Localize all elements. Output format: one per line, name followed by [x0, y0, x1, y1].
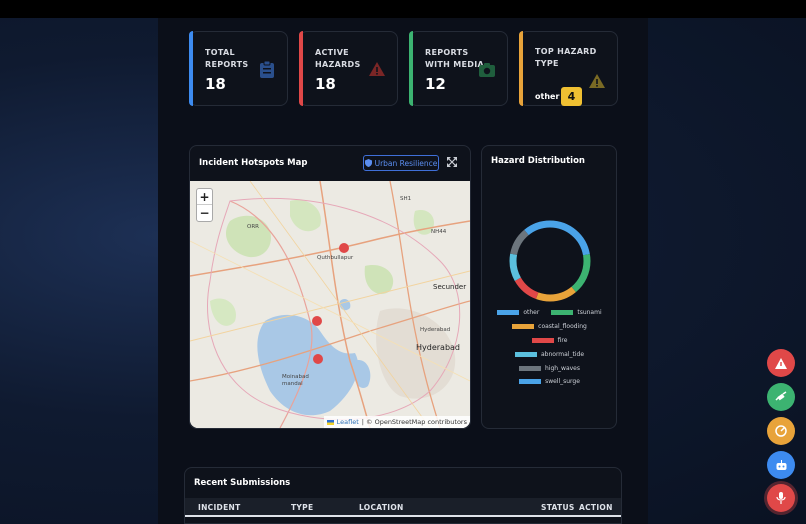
column-header-location[interactable]: LOCATION — [359, 503, 404, 512]
speedometer-icon — [775, 425, 787, 437]
top-hazard-name: other — [535, 92, 560, 101]
incident-map[interactable]: ORR SH1 NH44 Quthbullapur Secunder Hyder… — [190, 181, 470, 428]
legend-swatch[interactable] — [531, 337, 554, 343]
map-title: Incident Hotspots Map — [199, 158, 308, 168]
legend-row: swell_surge — [482, 377, 617, 385]
card-accent — [299, 31, 303, 106]
urban-resilience-button[interactable]: Urban Resilience — [363, 155, 439, 171]
microphone-icon — [776, 492, 786, 504]
osm-attribution: | © OpenStreetMap contributors — [361, 418, 467, 426]
legend-label-coastal_flooding[interactable]: coastal_flooding — [538, 323, 587, 330]
chatbot-fab[interactable] — [767, 451, 795, 479]
flag-icon — [326, 419, 334, 425]
zoom-control: + − — [196, 188, 213, 222]
satellite-icon — [775, 391, 787, 401]
legend-label-other[interactable]: other — [523, 309, 539, 316]
warning-icon — [775, 357, 787, 369]
stat-card-total-reports: TOTAL REPORTS 18 — [189, 31, 288, 106]
legend-label-swell_surge[interactable]: swell_surge — [545, 378, 580, 385]
column-header-incident[interactable]: INCIDENT — [198, 503, 241, 512]
hazard-distribution-title: Hazard Distribution — [491, 156, 585, 166]
column-header-status[interactable]: STATUS — [541, 503, 575, 512]
legend-swatch[interactable] — [497, 309, 520, 315]
stat-label: TOP HAZARD TYPE — [535, 47, 597, 68]
map-attribution: Leaflet | © OpenStreetMap contributors — [323, 416, 470, 428]
legend-swatch[interactable] — [514, 351, 537, 357]
urban-resilience-label: Urban Resilience — [374, 158, 438, 168]
column-header-type[interactable]: TYPE — [291, 503, 313, 512]
voice-report-fab[interactable] — [767, 484, 795, 512]
stat-card-active-hazards: ACTIVE HAZARDS 18 — [299, 31, 398, 106]
warning-icon — [589, 74, 605, 88]
hazard-donut-chart — [509, 220, 591, 302]
legend-label-fire[interactable]: fire — [558, 337, 568, 344]
hotspot-markers — [312, 243, 349, 364]
legend-row: high_waves — [482, 364, 617, 372]
incident-hotspots-panel: Incident Hotspots Map Urban Resilience O… — [189, 145, 471, 429]
shield-icon — [364, 159, 372, 167]
hotspot-marker[interactable] — [313, 354, 323, 364]
robot-icon — [776, 459, 786, 470]
legend-swatch[interactable] — [518, 365, 541, 371]
stat-label: REPORTS WITH MEDIA — [425, 48, 484, 69]
legend-swatch[interactable] — [551, 309, 574, 315]
stat-value: 12 — [425, 75, 446, 93]
warning-icon — [369, 62, 385, 76]
card-accent — [409, 31, 413, 106]
hazard-distribution-panel: Hazard Distribution other tsunami coastal_… — [481, 145, 617, 429]
legend-label-tsunami[interactable]: tsunami — [577, 309, 601, 316]
stat-label: ACTIVE HAZARDS — [315, 48, 361, 69]
card-accent — [189, 31, 193, 106]
recent-submissions-panel: Recent Submissions INCIDENT TYPE LOCATIO… — [184, 467, 622, 524]
legend-label-high_waves[interactable]: high_waves — [545, 365, 580, 372]
card-accent — [519, 31, 523, 106]
hotspot-marker[interactable] — [339, 243, 349, 253]
legend-row: fire — [482, 336, 617, 344]
legend-swatch[interactable] — [512, 323, 535, 329]
stat-value: 18 — [315, 75, 336, 93]
zoom-out-button[interactable]: − — [197, 205, 212, 221]
expand-icon[interactable] — [447, 157, 457, 167]
hotspot-marker[interactable] — [312, 316, 322, 326]
table-header: INCIDENT TYPE LOCATION STATUS ACTION — [185, 498, 621, 517]
clipboard-icon — [260, 60, 274, 78]
main-content: TOTAL REPORTS 18 ACTIVE HAZARDS 18 REPOR… — [158, 18, 648, 524]
legend-swatch[interactable] — [519, 378, 542, 384]
leaflet-link[interactable]: Leaflet — [337, 418, 359, 426]
stat-card-reports-with-media: REPORTS WITH MEDIA 12 — [409, 31, 508, 106]
top-bar — [0, 0, 806, 18]
zoom-in-button[interactable]: + — [197, 189, 212, 205]
recent-submissions-title: Recent Submissions — [194, 478, 291, 488]
camera-icon — [479, 63, 495, 77]
report-hazard-fab[interactable] — [767, 349, 795, 377]
stat-label: TOTAL REPORTS — [205, 48, 249, 69]
top-hazard-count-badge: 4 — [561, 87, 582, 106]
legend-row: abnormal_tide — [482, 350, 617, 358]
legend-row: coastal_flooding — [482, 322, 617, 330]
stat-value: 18 — [205, 75, 226, 93]
analytics-fab[interactable] — [767, 417, 795, 445]
legend-row: other tsunami — [482, 308, 617, 316]
social-feed-fab[interactable] — [767, 383, 795, 411]
stat-card-top-hazard-type: TOP HAZARD TYPE other 4 — [519, 31, 618, 106]
legend-label-abnormal_tide[interactable]: abnormal_tide — [541, 351, 584, 358]
column-header-action[interactable]: ACTION — [579, 503, 613, 512]
